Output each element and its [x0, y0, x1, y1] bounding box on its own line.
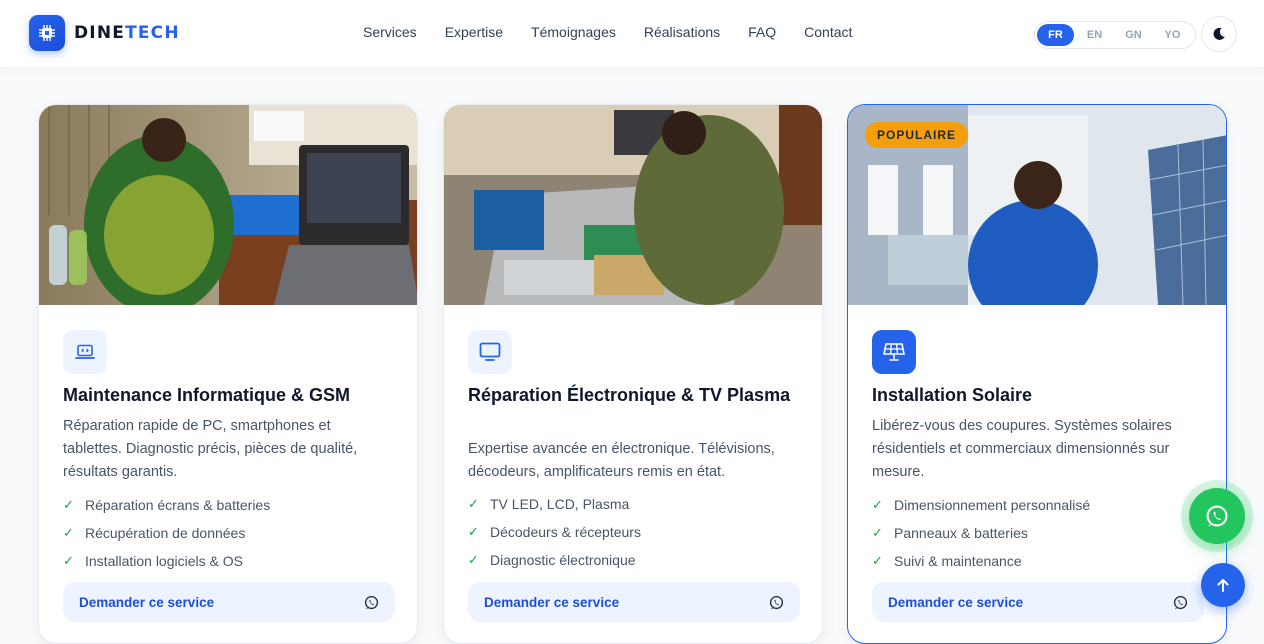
- moon-icon: [1213, 27, 1225, 40]
- feature-label: Décodeurs & récepteurs: [490, 524, 641, 540]
- lang-en-button[interactable]: EN: [1076, 24, 1113, 46]
- feature-label: Dimensionnement personnalisé: [894, 497, 1091, 513]
- request-service-button[interactable]: Demander ce service: [63, 582, 395, 622]
- cta-label: Demander ce service: [484, 594, 620, 610]
- whatsapp-float-button[interactable]: [1189, 488, 1245, 544]
- feature-label: Suivi & maintenance: [894, 553, 1022, 569]
- nav-temoignages[interactable]: Témoignages: [531, 24, 616, 40]
- feature-list: ✓ TV LED, LCD, Plasma ✓ Décodeurs & récept…: [468, 490, 641, 574]
- feature-item: ✓ Panneaux & batteries: [872, 519, 1090, 547]
- brand-name: DINETECH: [74, 23, 180, 43]
- language-switcher: FR EN GN YO: [1034, 21, 1196, 49]
- service-photo-solaire: POPULAIRE: [848, 105, 1226, 305]
- check-icon: ✓: [468, 524, 479, 539]
- check-icon: ✓: [468, 552, 479, 567]
- check-icon: ✓: [63, 553, 74, 568]
- whatsapp-icon: [1173, 595, 1188, 609]
- feature-label: TV LED, LCD, Plasma: [490, 496, 630, 512]
- card-title: Réparation Électronique & TV Plasma: [468, 385, 791, 405]
- feature-item: ✓ Décodeurs & récepteurs: [468, 518, 641, 546]
- service-card-informatique: Maintenance Informatique & GSM Réparatio…: [38, 104, 418, 644]
- feature-label: Réparation écrans & batteries: [85, 497, 271, 513]
- feature-list: ✓ Dimensionnement personnalisé ✓ Panneaux …: [872, 491, 1090, 575]
- whatsapp-icon: [769, 595, 784, 609]
- request-service-button[interactable]: Demander ce service: [872, 582, 1204, 622]
- arrow-up-icon: [1217, 579, 1229, 592]
- feature-list: ✓ Réparation écrans & batteries ✓ Récupéra…: [63, 491, 270, 575]
- service-card-solaire: POPULAIRE Installation Solaire Libérez-v…: [847, 104, 1227, 644]
- chip-icon: [29, 15, 65, 51]
- lang-fr-button[interactable]: FR: [1037, 24, 1074, 46]
- solar-panel-icon: [872, 330, 916, 374]
- cta-label: Demander ce service: [79, 594, 215, 610]
- card-title: Maintenance Informatique & GSM: [63, 385, 351, 405]
- feature-item: ✓ Récupération de données: [63, 519, 270, 547]
- feature-label: Panneaux & batteries: [894, 525, 1028, 541]
- brand-name-part2: TECH: [125, 23, 180, 43]
- check-icon: ✓: [872, 525, 883, 540]
- check-icon: ✓: [872, 553, 883, 568]
- site-header: DINETECH Services Expertise Témoignages …: [0, 0, 1264, 68]
- feature-label: Récupération de données: [85, 525, 246, 541]
- check-icon: ✓: [872, 497, 883, 512]
- brand-logo[interactable]: DINETECH: [29, 15, 180, 51]
- whatsapp-icon: [364, 595, 379, 609]
- card-description: Expertise avancée en électronique. Télév…: [468, 441, 775, 480]
- popular-badge: POPULAIRE: [865, 122, 969, 148]
- check-icon: ✓: [468, 496, 479, 511]
- nav-faq[interactable]: FAQ: [748, 24, 776, 40]
- service-photo-informatique: [39, 105, 417, 305]
- feature-item: ✓ Installation logiciels & OS: [63, 547, 270, 575]
- feature-item: ✓ TV LED, LCD, Plasma: [468, 490, 641, 518]
- check-icon: ✓: [63, 497, 74, 512]
- lang-yo-button[interactable]: YO: [1154, 24, 1191, 46]
- card-description: Réparation rapide de PC, smartphones et …: [63, 418, 358, 480]
- theme-toggle-button[interactable]: [1201, 16, 1237, 52]
- monitor-icon: [468, 330, 512, 374]
- feature-label: Diagnostic électronique: [490, 552, 636, 568]
- service-photo-electronique: [444, 105, 822, 305]
- nav-services[interactable]: Services: [363, 24, 417, 40]
- card-description: Libérez-vous des coupures. Systèmes sola…: [872, 418, 1172, 480]
- feature-item: ✓ Dimensionnement personnalisé: [872, 491, 1090, 519]
- whatsapp-icon: [1206, 505, 1228, 527]
- feature-label: Installation logiciels & OS: [85, 553, 243, 569]
- back-to-top-button[interactable]: [1201, 563, 1245, 607]
- feature-item: ✓ Diagnostic électronique: [468, 546, 641, 574]
- laptop-code-icon: [63, 330, 107, 374]
- request-service-button[interactable]: Demander ce service: [468, 582, 800, 622]
- check-icon: ✓: [63, 525, 74, 540]
- cta-label: Demander ce service: [888, 594, 1024, 610]
- service-card-electronique: Réparation Électronique & TV Plasma Expe…: [443, 104, 823, 644]
- brand-name-part1: DINE: [74, 23, 126, 43]
- nav-contact[interactable]: Contact: [804, 24, 852, 40]
- feature-item: ✓ Réparation écrans & batteries: [63, 491, 270, 519]
- main-nav: Services Expertise Témoignages Réalisati…: [349, 24, 866, 40]
- feature-item: ✓ Suivi & maintenance: [872, 547, 1090, 575]
- lang-gn-button[interactable]: GN: [1115, 24, 1152, 46]
- card-title: Installation Solaire: [872, 385, 1033, 405]
- nav-expertise[interactable]: Expertise: [445, 24, 503, 40]
- nav-realisations[interactable]: Réalisations: [644, 24, 720, 40]
